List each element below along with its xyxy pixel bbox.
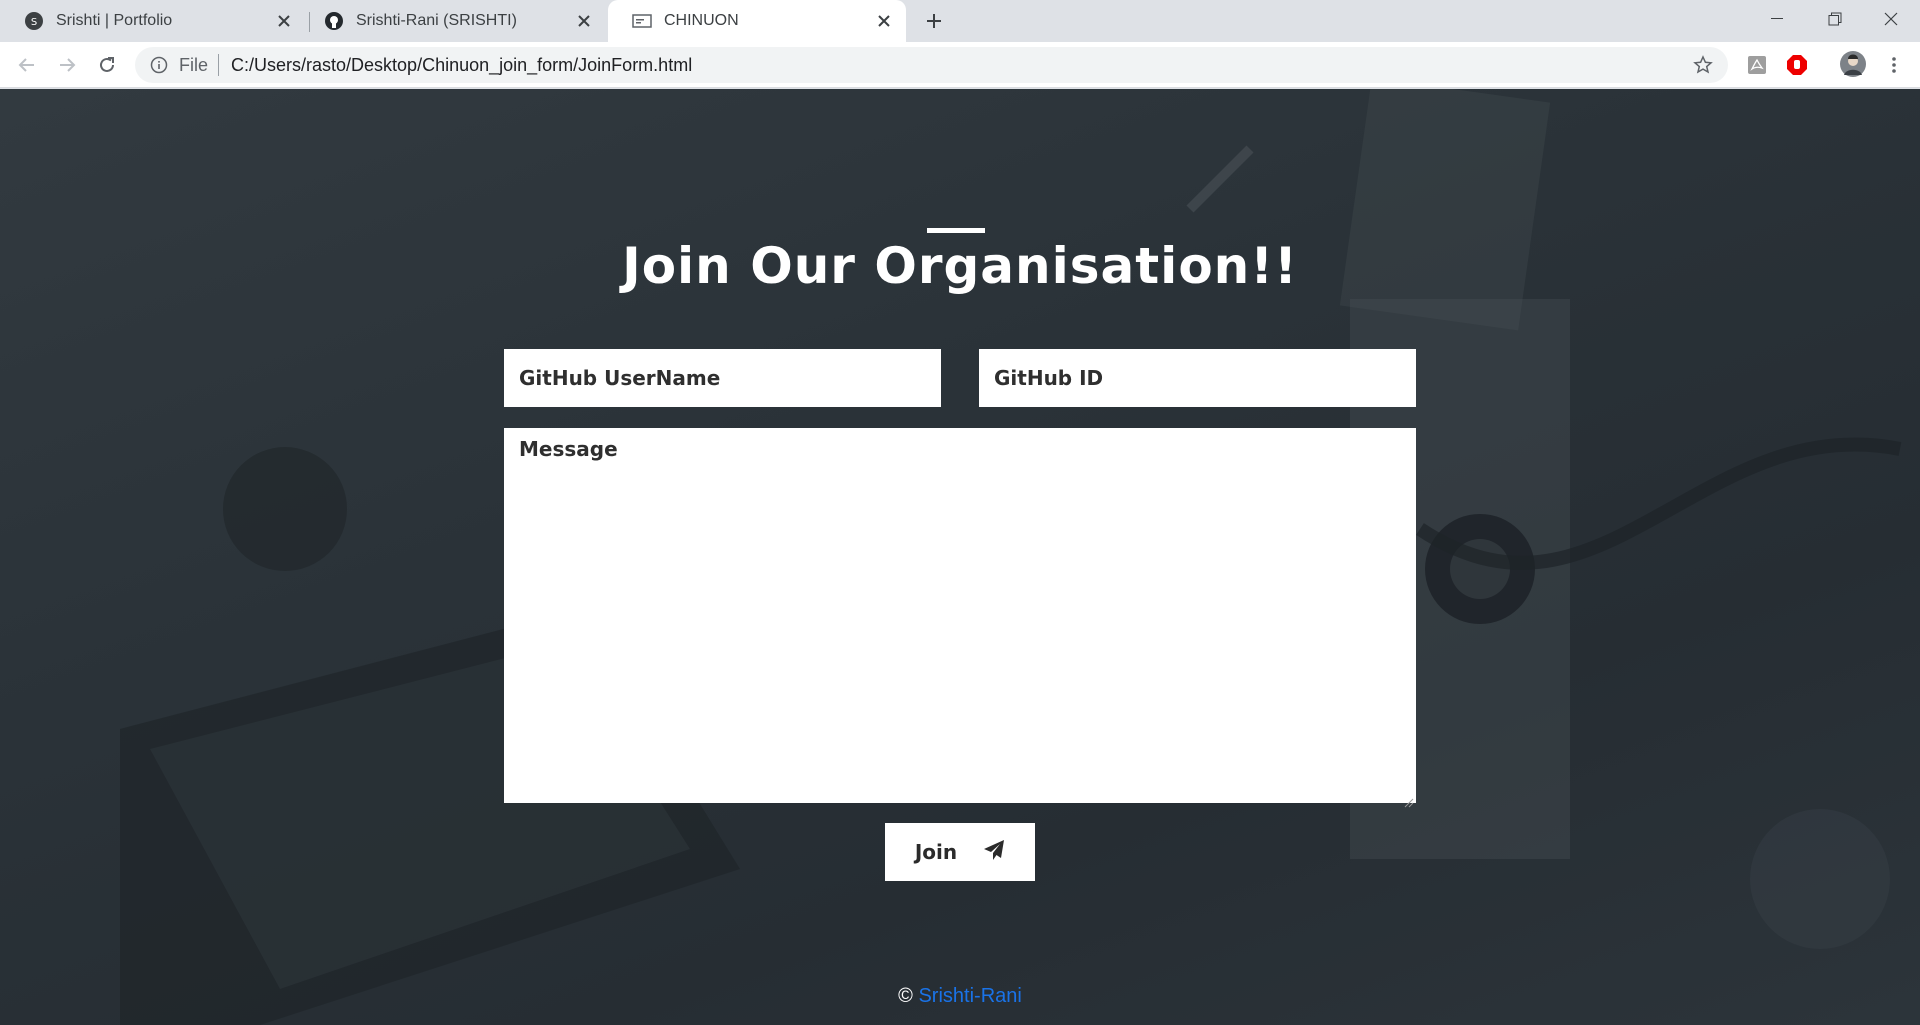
pdf-extension-icon[interactable]: [1745, 53, 1769, 77]
copyright-symbol: ©: [898, 985, 913, 1007]
github-username-input[interactable]: GitHub UserName: [504, 349, 941, 407]
scheme-label: File: [179, 54, 209, 75]
close-tab-icon[interactable]: [272, 9, 296, 33]
tab-title: Srishti-Rani (SRISHTI): [356, 12, 517, 29]
adblock-extension-icon[interactable]: [1785, 53, 1809, 77]
back-button[interactable]: [12, 50, 42, 80]
new-tab-button[interactable]: [920, 7, 948, 35]
title-accent-line: [927, 228, 985, 233]
close-tab-icon[interactable]: [572, 9, 596, 33]
input-placeholder: GitHub ID: [994, 366, 1104, 390]
divider: [218, 54, 220, 76]
portfolio-favicon-icon: S: [24, 11, 44, 31]
info-icon[interactable]: [149, 55, 169, 75]
author-link[interactable]: Srishti-Rani: [918, 985, 1021, 1007]
reload-button[interactable]: [92, 50, 122, 80]
forward-button[interactable]: [52, 50, 82, 80]
resize-handle-icon[interactable]: [1402, 789, 1414, 808]
github-icon: [324, 11, 344, 31]
browser-menu-icon[interactable]: [1882, 53, 1906, 77]
bookmark-star-icon[interactable]: [1692, 54, 1714, 76]
join-button[interactable]: Join: [885, 823, 1035, 881]
tab-chinuon[interactable]: CHINUON: [608, 0, 906, 42]
textarea-placeholder: Message: [519, 437, 618, 461]
tab-strip: S Srishti | Portfolio Srishti-Rani (SRIS…: [0, 0, 1920, 42]
page-favicon-icon: [632, 11, 652, 31]
github-id-input[interactable]: GitHub ID: [979, 349, 1416, 407]
input-placeholder: GitHub UserName: [519, 366, 721, 390]
address-bar[interactable]: File C:/Users/rasto/Desktop/Chinuon_join…: [135, 47, 1728, 83]
tab-title: CHINUON: [664, 12, 739, 29]
url-text[interactable]: C:/Users/rasto/Desktop/Chinuon_join_form…: [231, 55, 692, 76]
footer: © Srishti-Rani: [0, 985, 1920, 1008]
browser-toolbar: File C:/Users/rasto/Desktop/Chinuon_join…: [0, 42, 1920, 88]
svg-text:S: S: [31, 17, 37, 28]
restore-button[interactable]: [1806, 0, 1864, 38]
tab-github[interactable]: Srishti-Rani (SRISHTI): [310, 0, 606, 42]
close-tab-icon[interactable]: [872, 9, 896, 33]
tab-portfolio[interactable]: S Srishti | Portfolio: [0, 0, 306, 42]
join-button-label: Join: [914, 840, 958, 864]
page-title: Join Our Organisation!!: [622, 237, 1298, 295]
message-textarea[interactable]: Message: [504, 428, 1416, 808]
paper-plane-icon: [983, 839, 1005, 866]
close-window-button[interactable]: [1862, 0, 1920, 38]
profile-avatar[interactable]: [1838, 49, 1868, 79]
minimize-button[interactable]: [1748, 0, 1806, 38]
page-background: Join Our Organisation!! GitHub UserName …: [0, 89, 1920, 1025]
tab-title: Srishti | Portfolio: [56, 12, 173, 29]
